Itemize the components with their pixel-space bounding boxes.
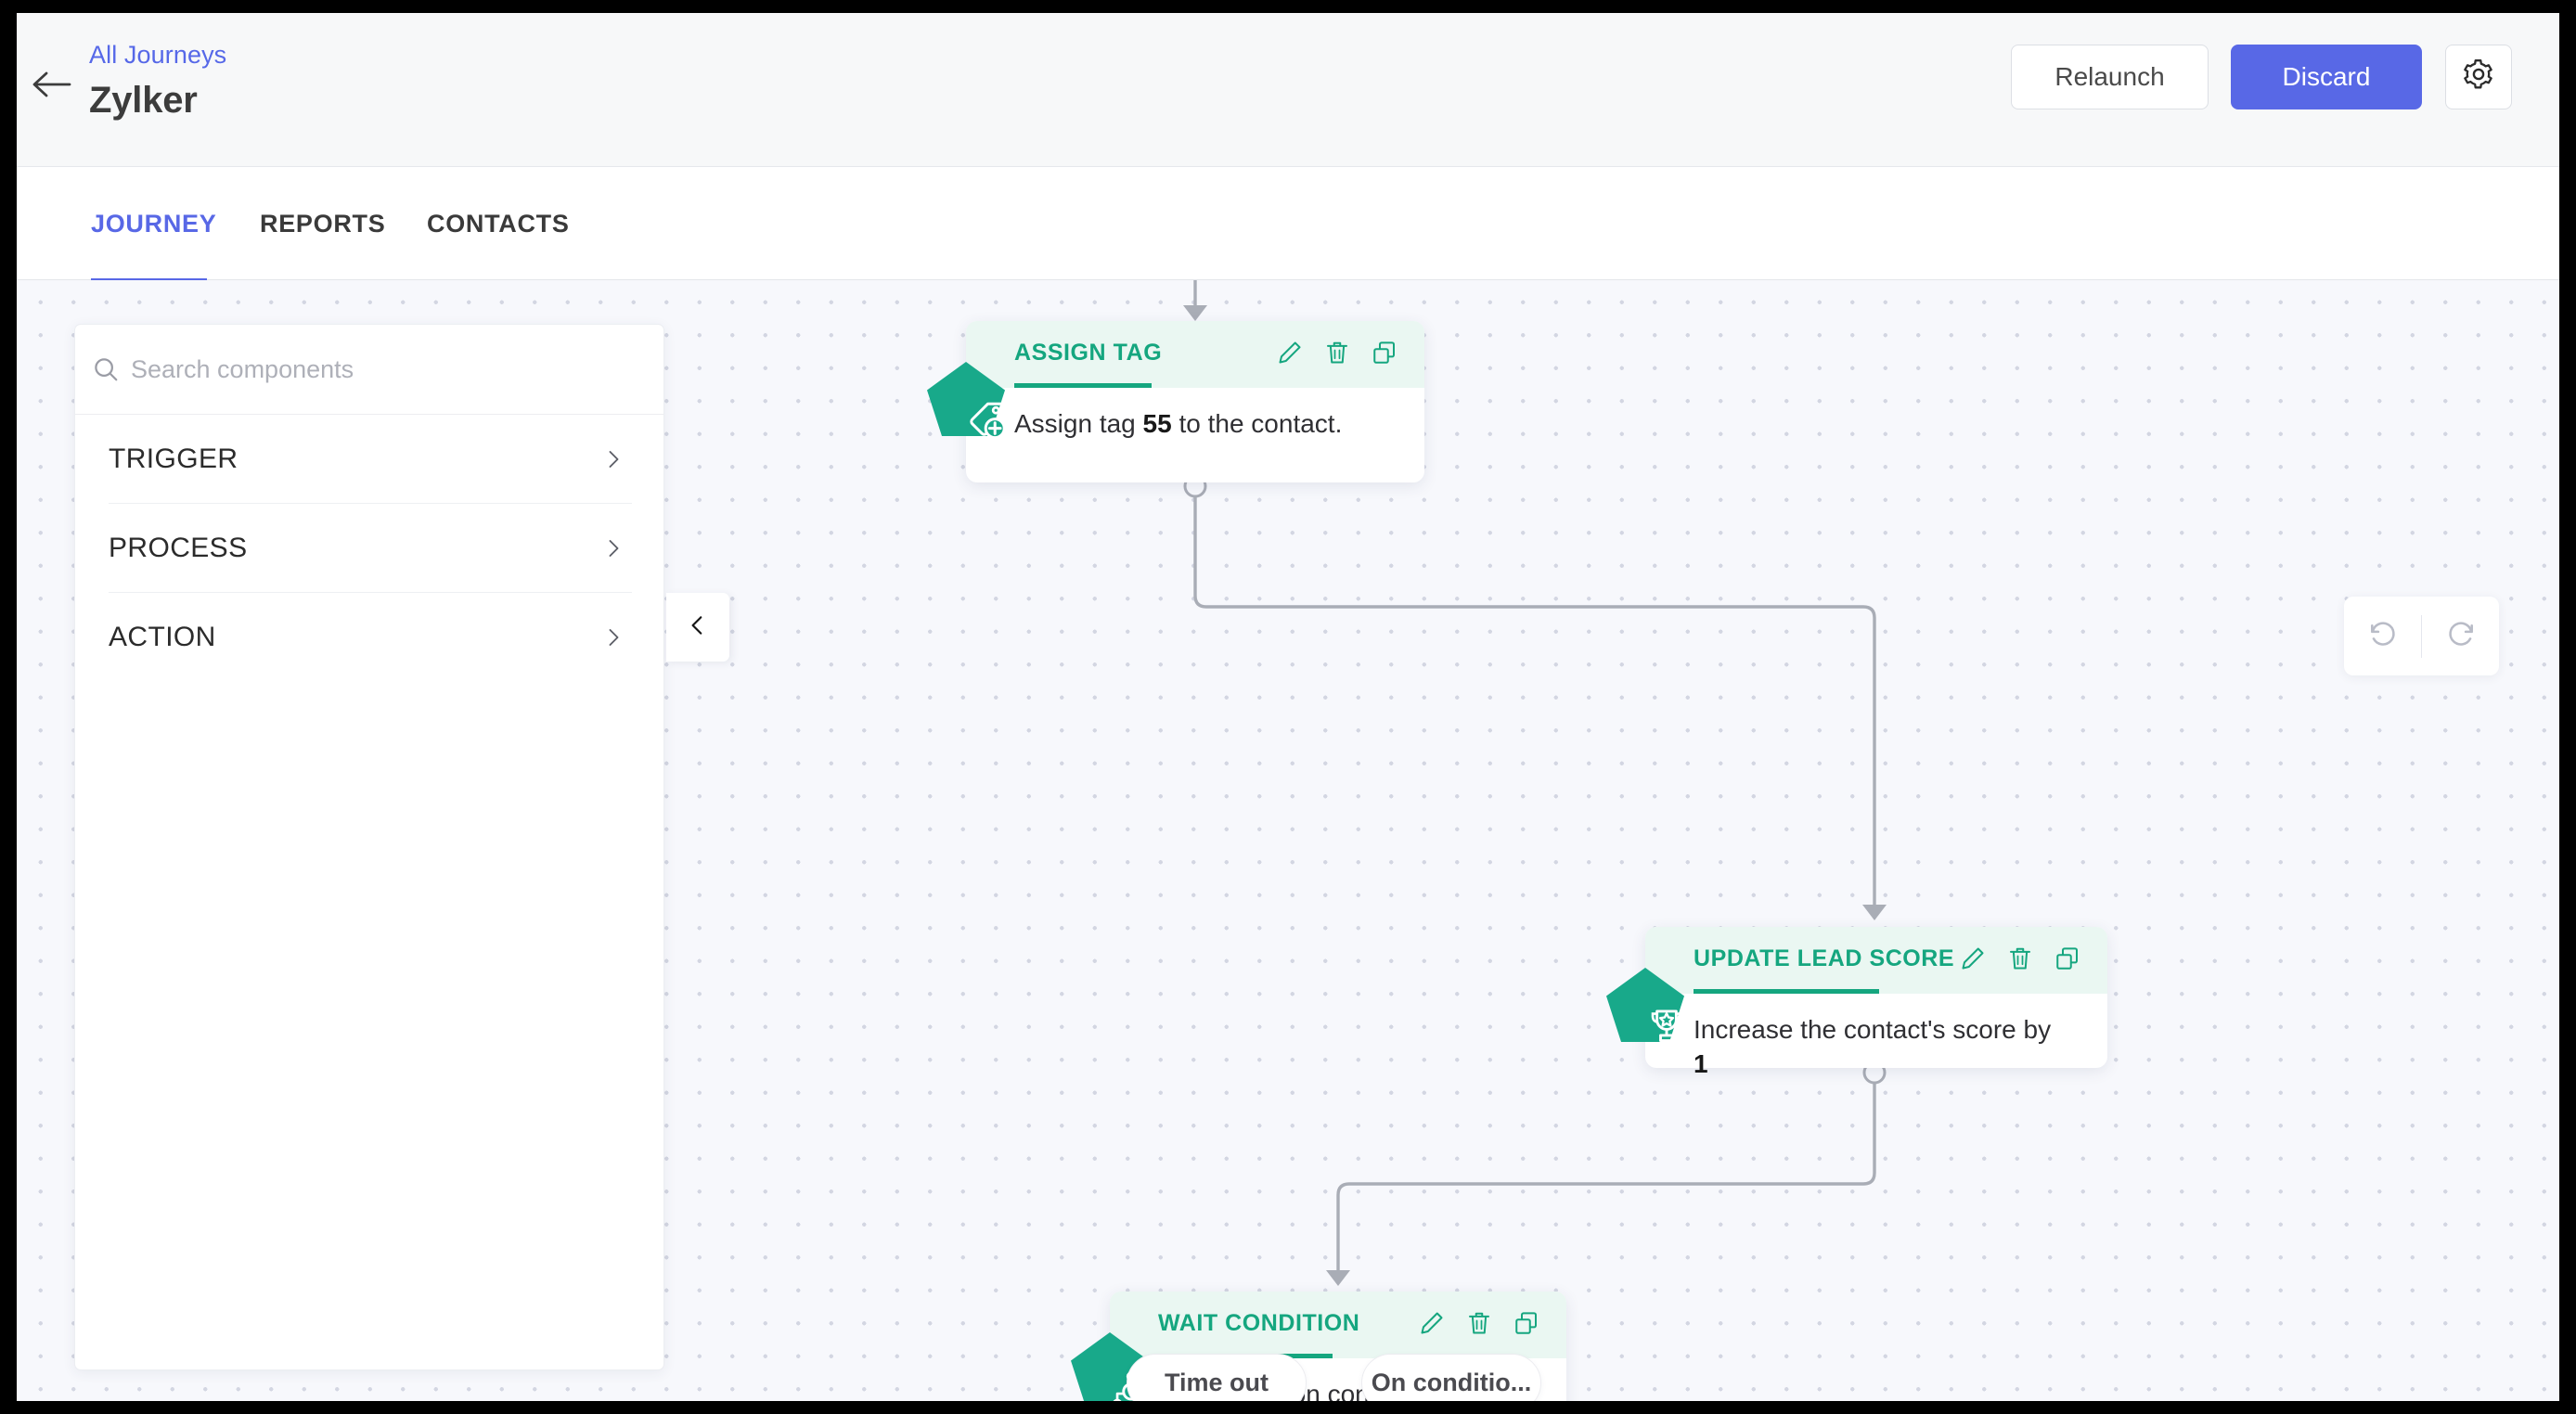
sidebar-item-process[interactable]: PROCESS (75, 504, 663, 592)
tab-bar: JOURNEY REPORTS CONTACTS (17, 167, 2559, 306)
redo-button[interactable] (2422, 597, 2499, 675)
tab-reports-label: REPORTS (260, 209, 386, 238)
components-sidebar: TRIGGER PROCESS ACTION (74, 324, 664, 1370)
node-body-suffix: to the contact. (1171, 409, 1343, 438)
history-controls (2344, 597, 2499, 675)
node-header: ASSIGN TAG (966, 321, 1424, 388)
node-title-underline (1014, 383, 1152, 388)
tab-journey[interactable]: JOURNEY (91, 167, 216, 280)
chevron-right-icon (602, 537, 625, 559)
undo-button[interactable] (2344, 597, 2421, 675)
chevron-left-icon (686, 613, 710, 642)
node-body-value: 55 (1142, 409, 1172, 438)
duplicate-icon[interactable] (1371, 339, 1398, 366)
node-header: WAIT CONDITION (1110, 1292, 1566, 1358)
node-body: Increase the contact's score by 1 (1645, 994, 2107, 1081)
journey-canvas[interactable]: TRIGGER PROCESS ACTION (17, 280, 2559, 1401)
node-actions (1418, 1309, 1540, 1337)
arrow-left-icon[interactable] (26, 59, 76, 109)
delete-icon[interactable] (2006, 945, 2034, 972)
edit-icon[interactable] (1959, 945, 1987, 972)
tab-reports[interactable]: REPORTS (260, 167, 385, 280)
node-body-prefix: Assign tag (1014, 409, 1143, 438)
discard-button[interactable]: Discard (2231, 45, 2422, 109)
search-icon (92, 355, 123, 383)
discard-label: Discard (2282, 62, 2371, 91)
edit-icon[interactable] (1276, 339, 1304, 366)
node-title: UPDATE LEAD SCORE (1694, 945, 1955, 971)
branch-pill-time-out[interactable]: Time out (1127, 1354, 1307, 1401)
chevron-right-icon (602, 626, 625, 649)
relaunch-button[interactable]: Relaunch (2011, 45, 2209, 109)
duplicate-icon[interactable] (2054, 945, 2081, 972)
node-actions (1276, 339, 1398, 366)
sidebar-item-trigger[interactable]: TRIGGER (75, 415, 663, 503)
search-row (75, 325, 663, 415)
undo-icon (2366, 617, 2400, 655)
branch-pill-label: On conditio... (1371, 1369, 1532, 1396)
node-title-underline (1694, 989, 1879, 994)
node-body-prefix: Increase the contact's score by (1694, 1015, 2052, 1044)
node-assign-tag[interactable]: ASSIGN TAG Assign tag 55 to the contact. (927, 321, 1424, 482)
node-actions (1959, 945, 2081, 972)
branch-pill-on-condition[interactable]: On conditio... (1361, 1354, 1541, 1401)
search-input[interactable] (131, 354, 576, 384)
journey-builder-app: All Journeys Zylker Relaunch Discard JOU… (17, 13, 2559, 1401)
page-header: All Journeys Zylker Relaunch Discard (17, 13, 2559, 167)
redo-icon (2444, 617, 2478, 655)
tag-plus-icon (925, 360, 1007, 440)
node-header: UPDATE LEAD SCORE (1645, 927, 2107, 994)
node-body: Assign tag 55 to the contact. (966, 388, 1424, 441)
node-body-value: 1 (1694, 1049, 1708, 1079)
sidebar-item-trigger-label: TRIGGER (109, 443, 238, 474)
sidebar-item-action[interactable]: ACTION (75, 593, 663, 681)
relaunch-label: Relaunch (2054, 62, 2165, 91)
sidebar-item-action-label: ACTION (109, 621, 216, 652)
tab-journey-label: JOURNEY (91, 209, 217, 238)
trophy-icon (1604, 966, 1686, 1044)
duplicate-icon[interactable] (1513, 1309, 1540, 1337)
chevron-right-icon (602, 448, 625, 470)
sidebar-item-process-label: PROCESS (109, 532, 248, 563)
node-title: ASSIGN TAG (1014, 340, 1163, 366)
delete-icon[interactable] (1465, 1309, 1493, 1337)
sidebar-collapse-button[interactable] (666, 593, 729, 662)
branch-pill-label: Time out (1164, 1369, 1269, 1396)
delete-icon[interactable] (1323, 339, 1351, 366)
edit-icon[interactable] (1418, 1309, 1446, 1337)
page-title: Zylker (89, 80, 198, 121)
tab-contacts[interactable]: CONTACTS (427, 167, 570, 280)
gear-icon (2462, 58, 2495, 97)
settings-button[interactable] (2445, 45, 2512, 109)
breadcrumb[interactable]: All Journeys (89, 41, 226, 70)
tab-contacts-label: CONTACTS (427, 209, 570, 238)
node-update-lead-score[interactable]: UPDATE LEAD SCORE Increase the contact's… (1606, 927, 2107, 1078)
node-title: WAIT CONDITION (1158, 1310, 1360, 1336)
